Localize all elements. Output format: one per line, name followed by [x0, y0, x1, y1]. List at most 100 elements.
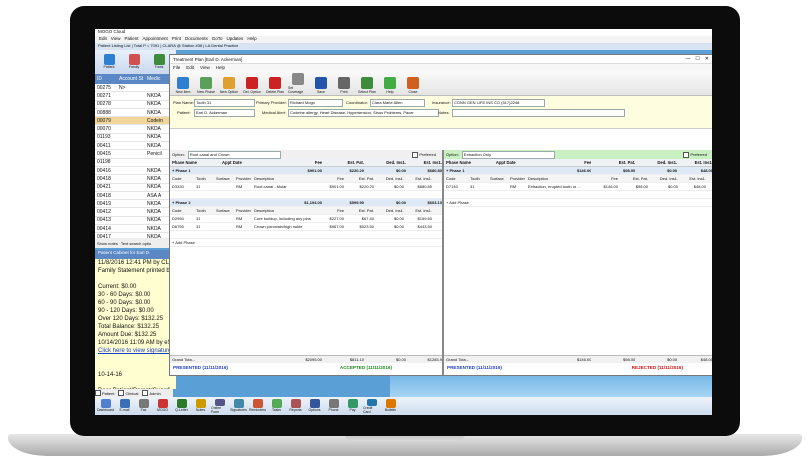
phase-row[interactable]: + Phase 1 $146.00 $98.00 $0.00 $48.00 [444, 167, 712, 175]
tp-toolbar-button[interactable]: Set Coverage [288, 72, 308, 94]
coordinator-field[interactable]: Clara Marie Allen [370, 99, 425, 107]
col-header-medic[interactable]: Medic [147, 76, 171, 82]
phase-col-header[interactable]: Ded. Ins1. [364, 160, 406, 165]
filter-checkbox[interactable]: Patient [95, 390, 114, 396]
tp-menu-item[interactable]: View [200, 65, 210, 70]
bg-toolbar-button[interactable]: Family [123, 54, 145, 74]
phase-col-header[interactable]: Est. Ins1. [677, 160, 712, 165]
bottom-bar-button[interactable]: Options [306, 398, 323, 414]
bottom-bar-button[interactable]: Tasks [268, 398, 285, 414]
bottom-bar-button[interactable]: Phone [325, 398, 342, 414]
tp-menu-item[interactable]: Edit [186, 65, 194, 70]
tp-menu-item[interactable]: Help [216, 65, 225, 70]
add-phase-row[interactable]: + Add Phase [170, 239, 442, 247]
tp-toolbar-button[interactable]: New Option [219, 72, 239, 94]
bottom-bar-button[interactable]: Online Form [211, 398, 228, 414]
table-row[interactable]: 00412 NKDA [95, 208, 173, 217]
col-header-id[interactable]: ID [95, 76, 119, 82]
bg-menu-item[interactable]: GoTo [212, 36, 223, 41]
bottom-bar-button[interactable]: Pay [344, 398, 361, 414]
notes-field[interactable] [452, 109, 625, 117]
bottom-bar-button[interactable]: Notes [192, 398, 209, 414]
table-row[interactable]: 00418 ASA A [95, 192, 173, 201]
bottom-bar-button[interactable]: E-mail [116, 398, 133, 414]
close-window-button[interactable]: ✕ [705, 56, 709, 62]
bottom-bar-button[interactable]: Credit Card [363, 398, 380, 414]
bg-tab-strip[interactable]: Patient Listing List | Total P = 7091 | … [95, 43, 238, 48]
procedure-row[interactable] [170, 191, 442, 199]
bottom-bar-button[interactable]: Bulletin [382, 398, 399, 414]
minimize-button[interactable]: — [685, 56, 690, 62]
tp-toolbar-button[interactable]: New Item [173, 72, 193, 94]
table-row[interactable]: 00415 Penicil [95, 150, 173, 159]
phase-row[interactable]: + Phase 2 $1,194.00 $599.90 $0.00 $603.10 [170, 199, 442, 207]
show-notes-checkbox[interactable]: Show notes [95, 241, 118, 246]
table-row[interactable]: 00278 NKDA [95, 101, 173, 109]
bg-menu-item[interactable]: Print [172, 36, 181, 41]
bg-menu-item[interactable]: Updates [227, 36, 244, 41]
procedure-row[interactable] [444, 191, 712, 199]
table-row[interactable]: 00275 N> [95, 84, 173, 93]
maximize-button[interactable]: ☐ [695, 56, 699, 62]
bg-menu-item[interactable]: Patient [124, 36, 138, 41]
phase-col-header[interactable]: Appt Date [220, 160, 262, 165]
bottom-bar-button[interactable]: Reminders [249, 398, 266, 414]
procedure-header-row[interactable]: Code Tooth Surface Provider Description Fee Es… [444, 175, 712, 183]
table-row[interactable]: 00411 NKDA [95, 142, 173, 151]
option-name-field[interactable]: Root canal and Crown [187, 150, 281, 159]
bg-menu-item[interactable]: Appointment [142, 36, 167, 41]
phase-col-header[interactable]: Appt Date [494, 160, 536, 165]
plan-name-field[interactable]: Tooth 31 [194, 99, 255, 107]
tp-toolbar-button[interactable]: Del. Option [242, 72, 262, 94]
tp-toolbar-button[interactable]: Help [380, 72, 400, 94]
phase-col-header[interactable]: Ded. Ins1. [635, 160, 677, 165]
tp-toolbar-button[interactable]: Print [334, 72, 354, 94]
tp-toolbar-button[interactable]: New Phase [196, 72, 216, 94]
tp-toolbar-button[interactable]: Save [311, 72, 331, 94]
bg-menu-item[interactable]: Help [247, 36, 256, 41]
table-row[interactable]: 01193 NKDA [95, 134, 173, 143]
bg-menu-item[interactable]: View [111, 36, 121, 41]
filter-checkbox[interactable]: Admin [142, 390, 161, 396]
filter-checkbox[interactable]: Clinical [118, 390, 138, 396]
option-name-field[interactable]: Extraction Only [461, 150, 555, 159]
preferred-checkbox[interactable]: Preferred [412, 151, 436, 158]
table-row[interactable]: 00079 Codein [95, 117, 173, 126]
text-search-options[interactable]: Text search optio [121, 241, 151, 246]
primary-provider-field[interactable]: Richard Mogo [288, 99, 343, 107]
table-row[interactable]: 00413 NKDA [95, 217, 173, 226]
tp-toolbar-button[interactable]: Delete Plan [265, 72, 285, 94]
table-row[interactable]: 00271 NKDA [95, 92, 173, 101]
bottom-bar-button[interactable]: Fax [135, 398, 152, 414]
bg-toolbar-button[interactable]: Trans [148, 54, 170, 74]
tp-menu-item[interactable]: File [173, 65, 180, 70]
table-row[interactable]: 00416 NKDA [95, 167, 173, 176]
procedure-row[interactable]: D3330 31 RM Root canal - Molar $901.00 $220.2… [170, 183, 442, 191]
tp-toolbar-button[interactable]: Select Plan [357, 72, 377, 94]
table-row[interactable]: 00418 NKDA [95, 175, 173, 184]
phase-row[interactable]: + Phase 1 $901.00 $220.20 $0.00 $680.80 [170, 167, 442, 175]
bottom-bar-button[interactable]: MOGO [154, 398, 171, 414]
bottom-bar-button[interactable]: Signatures [230, 398, 247, 414]
phase-col-header[interactable]: Fee [536, 160, 591, 165]
phase-col-header[interactable]: Phase Name [444, 160, 494, 165]
procedure-row[interactable]: D7140 31 RM Extraction, erupted tooth or ..… [444, 183, 712, 191]
patient-field[interactable]: Earl D. Ackerman [194, 109, 255, 117]
bg-toolbar-button[interactable]: Patient [98, 54, 120, 74]
table-row[interactable]: 00888 NKDA [95, 109, 173, 118]
bg-menu-item[interactable]: Edit [99, 36, 107, 41]
procedure-header-row[interactable]: Code Tooth Surface Provider Description Fee Es… [170, 175, 442, 183]
col-header-account[interactable]: Account St [119, 76, 147, 82]
procedure-row[interactable] [170, 231, 442, 239]
procedure-row[interactable]: D2950 31 RM Core buildup, including any pin… [170, 215, 442, 223]
preferred-checkbox[interactable]: Preferred [683, 151, 707, 158]
bottom-bar-button[interactable]: Dashboard [97, 398, 114, 414]
table-row[interactable]: 00070 NKDA [95, 125, 173, 134]
phase-col-header[interactable]: Fee [262, 160, 322, 165]
phase-col-header[interactable]: Phase Name [170, 160, 220, 165]
bottom-bar-button[interactable]: Q-Letter [173, 398, 190, 414]
procedure-row[interactable]: D6750 31 RM Crown porcelain/high noble $967.… [170, 223, 442, 231]
phase-col-header[interactable]: Est. Pat. [322, 160, 364, 165]
table-row[interactable]: 00414 NKDA [95, 225, 173, 234]
bg-menu-item[interactable]: Documents [185, 36, 208, 41]
